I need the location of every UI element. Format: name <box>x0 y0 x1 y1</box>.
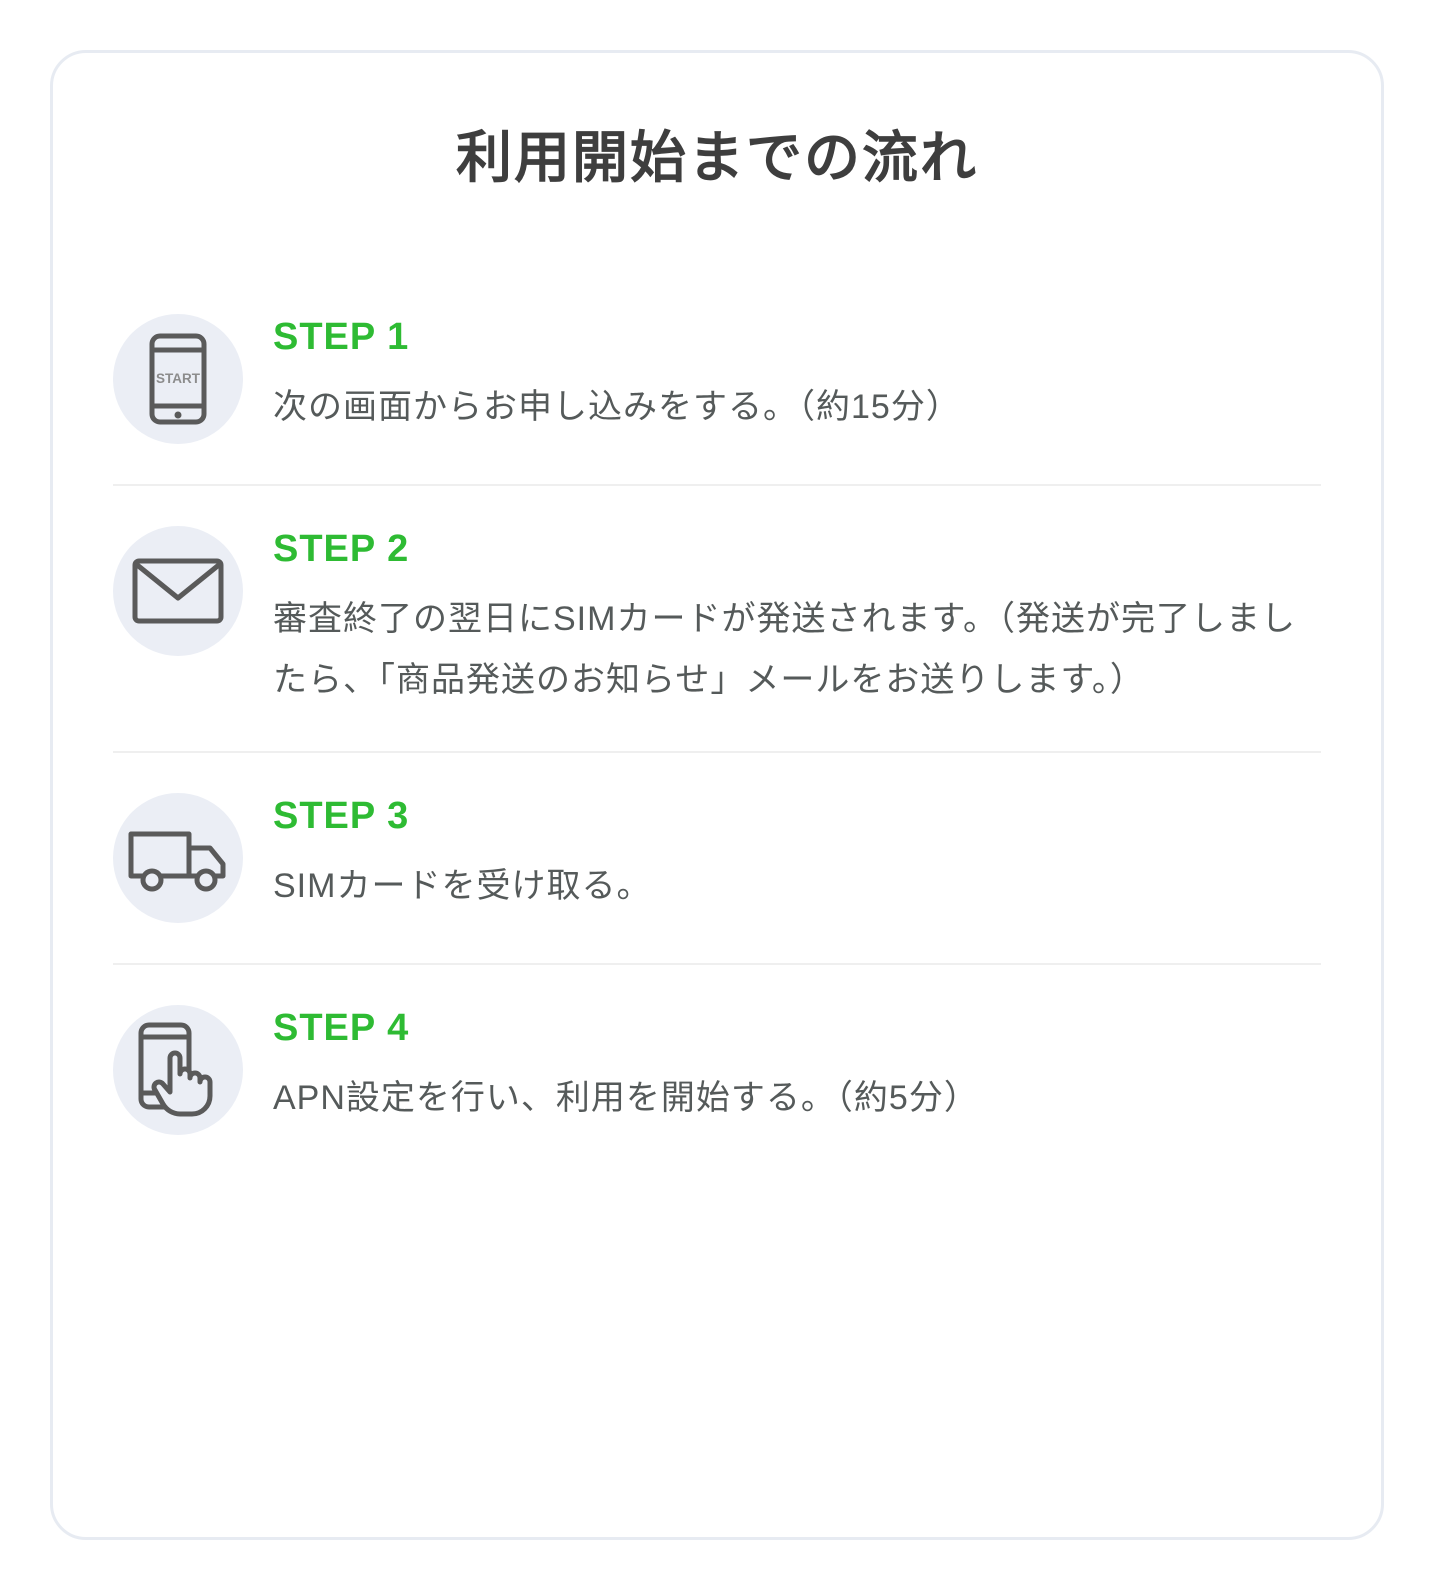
step-description: APN設定を行い、利用を開始する。（約5分） <box>273 1068 1321 1129</box>
steps-list: START STEP 1 次の画面からお申し込みをする。（約15分） STEP … <box>113 274 1321 1175</box>
page-title: 利用開始までの流れ <box>113 113 1321 194</box>
step-body: STEP 2 審査終了の翌日にSIMカードが発送されます。（発送が完了しましたら… <box>273 526 1321 711</box>
step-label: STEP 2 <box>273 528 1321 571</box>
step-body: STEP 3 SIMカードを受け取る。 <box>273 793 1321 917</box>
step-body: STEP 4 APN設定を行い、利用を開始する。（約5分） <box>273 1005 1321 1129</box>
step-2: STEP 2 審査終了の翌日にSIMカードが発送されます。（発送が完了しましたら… <box>113 484 1321 751</box>
phone-start-icon: START <box>113 314 243 444</box>
truck-icon <box>113 793 243 923</box>
step-body: STEP 1 次の画面からお申し込みをする。（約15分） <box>273 314 1321 438</box>
step-3: STEP 3 SIMカードを受け取る。 <box>113 751 1321 963</box>
step-label: STEP 1 <box>273 316 1321 359</box>
envelope-icon <box>113 526 243 656</box>
flow-card: 利用開始までの流れ START STEP 1 次の画面からお申し込みをする。（約… <box>50 50 1384 1540</box>
step-description: 次の画面からお申し込みをする。（約15分） <box>273 377 1321 438</box>
phone-touch-icon <box>113 1005 243 1135</box>
step-description: 審査終了の翌日にSIMカードが発送されます。（発送が完了しましたら、「商品発送の… <box>273 589 1321 711</box>
step-label: STEP 3 <box>273 795 1321 838</box>
step-description: SIMカードを受け取る。 <box>273 856 1321 917</box>
step-1: START STEP 1 次の画面からお申し込みをする。（約15分） <box>113 274 1321 484</box>
step-label: STEP 4 <box>273 1007 1321 1050</box>
step-4: STEP 4 APN設定を行い、利用を開始する。（約5分） <box>113 963 1321 1175</box>
svg-text:START: START <box>156 371 201 386</box>
